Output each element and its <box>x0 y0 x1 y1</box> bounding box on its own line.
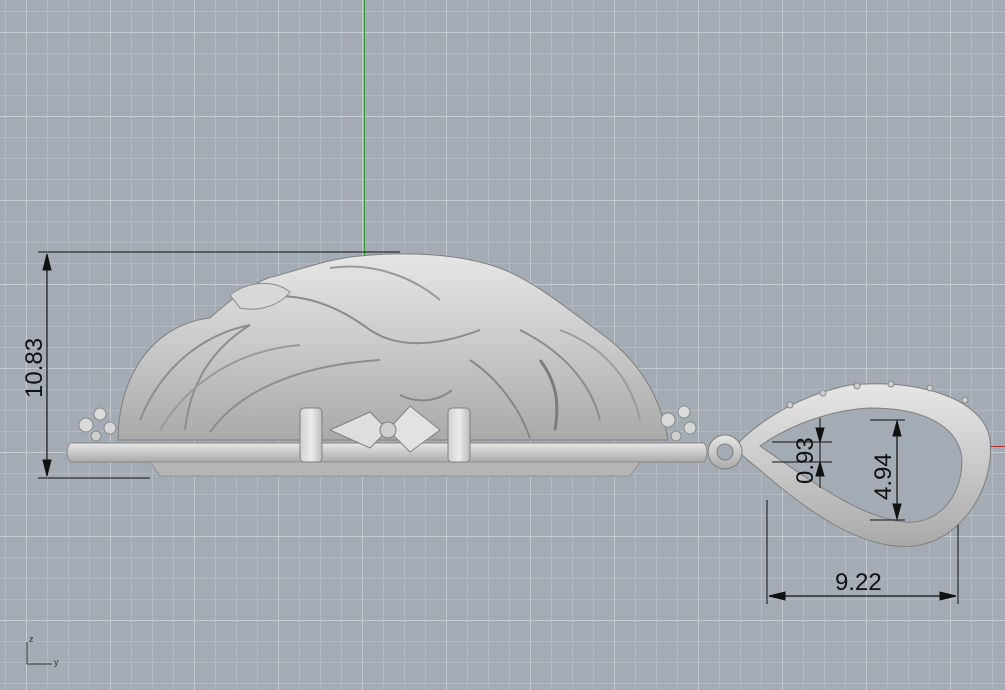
axis-widget-z-label: z <box>29 634 34 644</box>
dimension-bail-width-label: 9.22 <box>835 569 882 596</box>
dimension-bail-inner-height-label: 4.94 <box>870 453 897 500</box>
rhino-viewport[interactable]: 10.83 0.93 4.94 9.22 z y <box>0 0 1005 690</box>
left-flowers <box>78 407 117 442</box>
pendant-model[interactable] <box>66 253 708 477</box>
axis-widget <box>26 642 52 665</box>
dimension-bail-gap-label: 0.93 <box>792 437 819 484</box>
dimension-total-height-label: 10.83 <box>21 338 48 398</box>
pendant-bail[interactable] <box>707 380 991 547</box>
axis-widget-y-label: y <box>54 657 59 667</box>
scene-svg: 10.83 0.93 4.94 9.22 <box>21 0 1005 665</box>
